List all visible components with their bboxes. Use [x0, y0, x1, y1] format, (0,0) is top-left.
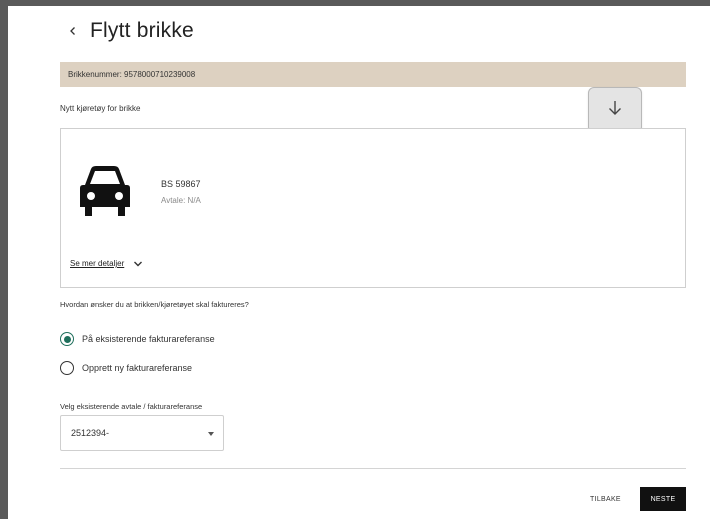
download-button[interactable] [588, 87, 642, 133]
page-header: Flytt brikke [66, 16, 194, 46]
invoice-ref-select[interactable]: 2512394- [60, 415, 224, 451]
next-button[interactable]: NESTE [640, 487, 686, 511]
radio-dot [63, 335, 71, 343]
back-chevron-icon[interactable] [66, 24, 80, 38]
see-more-details-label: Se mer detaljer [70, 259, 125, 268]
window-frame-left [0, 0, 8, 519]
radio-button[interactable] [60, 361, 74, 375]
agreement-status: Avtale: N/A [161, 196, 201, 205]
see-more-details-link[interactable]: Se mer detaljer [70, 259, 143, 268]
footer-divider [60, 468, 686, 469]
back-button[interactable]: TILBAKE [586, 487, 625, 511]
move-tag-page: Flytt brikke Brikkenummer: 9578000710239… [8, 6, 710, 519]
new-vehicle-section-label: Nytt kjøretøy for brikke [60, 104, 141, 113]
billing-question: Hvordan ønsker du at brikken/kjøretøyet … [60, 300, 249, 309]
tag-number-label: Brikkenummer: 9578000710239008 [68, 70, 196, 79]
radio-existing-invoice-ref[interactable]: På eksisterende fakturareferanse [60, 332, 215, 346]
caret-down-icon [208, 432, 214, 436]
license-plate: BS 59867 [161, 179, 201, 189]
radio-label: På eksisterende fakturareferanse [82, 334, 215, 344]
arrow-down-icon [608, 100, 622, 121]
invoice-ref-select-label: Velg eksisterende avtale / fakturarefera… [60, 402, 203, 411]
car-icon [80, 165, 130, 217]
radio-label: Opprett ny fakturareferanse [82, 363, 193, 373]
vehicle-card: BS 59867 Avtale: N/A Se mer detaljer [60, 128, 686, 288]
select-value: 2512394- [71, 428, 110, 438]
chevron-down-icon [133, 260, 143, 268]
radio-button-checked[interactable] [60, 332, 74, 346]
radio-new-invoice-ref[interactable]: Opprett ny fakturareferanse [60, 361, 192, 375]
page-title: Flytt brikke [90, 19, 194, 42]
tag-number-bar: Brikkenummer: 9578000710239008 [60, 62, 686, 87]
